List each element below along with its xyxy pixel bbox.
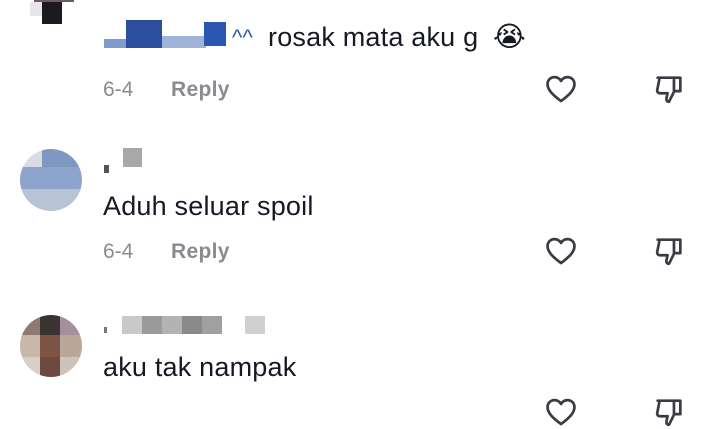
- crying-emoji-icon: 😭: [493, 21, 526, 52]
- avatar[interactable]: [20, 315, 82, 377]
- blurred-username: [142, 316, 162, 334]
- reply-button[interactable]: Reply: [171, 78, 230, 102]
- reply-button[interactable]: Reply: [171, 240, 230, 264]
- blurred-username: [162, 36, 206, 48]
- mention-suffix: ^^: [232, 25, 254, 50]
- comment-date: 6-4: [103, 78, 134, 101]
- dislike-button[interactable]: [652, 395, 686, 429]
- like-button[interactable]: [544, 395, 578, 429]
- thumbs-down-outline-icon: [655, 238, 682, 266]
- blurred-username: [204, 22, 226, 46]
- like-button[interactable]: [544, 72, 578, 106]
- blurred-username: [162, 316, 182, 334]
- avatar[interactable]: [20, 149, 82, 211]
- heart-outline-icon: [546, 237, 576, 265]
- avatar[interactable]: [20, 0, 82, 42]
- heart-outline-icon: [546, 75, 576, 103]
- blurred-username: [126, 20, 162, 48]
- comment-text: aku tak nampak: [103, 352, 297, 382]
- dislike-button[interactable]: [652, 234, 686, 268]
- dislike-button[interactable]: [652, 72, 686, 106]
- blurred-username: [122, 316, 142, 334]
- comment-date: 6-4: [103, 240, 134, 263]
- comment-text: rosak mata aku g: [268, 22, 479, 52]
- thumbs-down-outline-icon: [655, 399, 682, 427]
- thumbs-down-outline-icon: [655, 76, 682, 104]
- blurred-username: [182, 316, 202, 334]
- blurred-username: [245, 316, 265, 334]
- heart-outline-icon: [546, 398, 576, 426]
- blurred-username: [202, 316, 222, 334]
- blurred-username: [104, 327, 107, 333]
- comment-text: Aduh seluar spoil: [103, 191, 314, 221]
- blurred-username: [104, 39, 126, 48]
- blurred-username: [104, 165, 109, 173]
- blurred-username: [123, 148, 142, 167]
- like-button[interactable]: [544, 234, 578, 268]
